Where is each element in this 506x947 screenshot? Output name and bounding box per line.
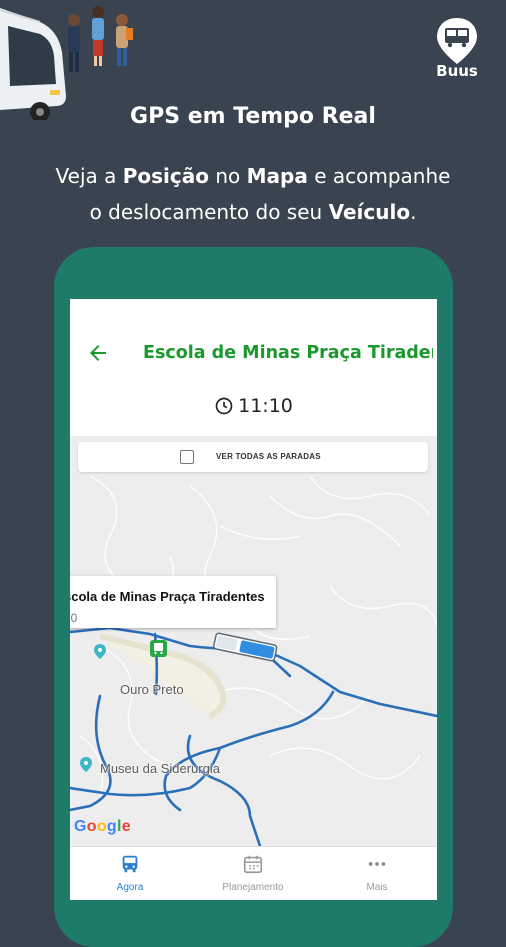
promo-description: Veja a Posição no Mapa e acompanhe o des… bbox=[20, 158, 486, 230]
app-screen: Escola de Minas Praça Tiradentes 11:10 bbox=[70, 299, 437, 900]
clock-icon bbox=[215, 397, 233, 415]
promo-line-1: Veja a Posição no Mapa e acompanhe bbox=[55, 164, 451, 188]
bottom-navigation: Agora Planejamento Mais bbox=[70, 846, 437, 900]
show-all-stops-checkbox[interactable] bbox=[180, 450, 194, 464]
callout-stop-name: scola de Minas Praça Tiradentes bbox=[70, 589, 265, 604]
place-label-museum: Museu da Siderurgia bbox=[100, 761, 220, 776]
google-letter: G bbox=[74, 818, 87, 835]
place-label-city: Ouro Preto bbox=[120, 682, 184, 697]
show-all-stops-toggle[interactable]: VER TODAS AS PARADAS bbox=[78, 442, 428, 472]
route-title: Escola de Minas Praça Tiradentes bbox=[143, 343, 433, 363]
bus-passengers-illustration bbox=[0, 6, 133, 120]
google-logo: Google bbox=[74, 818, 131, 836]
nav-item-planejamento[interactable]: Planejamento bbox=[193, 853, 313, 893]
bus-icon bbox=[122, 855, 138, 873]
nav-label: Planejamento bbox=[222, 882, 284, 893]
bus-stop-marker[interactable] bbox=[150, 640, 167, 657]
departure-time-row: 11:10 bbox=[70, 395, 437, 417]
nav-label: Agora bbox=[116, 882, 144, 893]
buus-logo: Buus bbox=[434, 16, 480, 80]
google-letter: o bbox=[96, 818, 107, 835]
callout-time: 10 bbox=[70, 611, 78, 625]
pin-bus-icon bbox=[437, 18, 477, 64]
promo-line-2: o deslocamento do seu Veículo. bbox=[89, 200, 417, 224]
app-header: Escola de Minas Praça Tiradentes 11:10 bbox=[70, 299, 437, 417]
brand-name: Buus bbox=[436, 62, 478, 80]
map-canvas bbox=[70, 475, 437, 846]
more-icon bbox=[368, 862, 386, 866]
route-map[interactable]: VER TODAS AS PARADAS scola de Minas Praç… bbox=[70, 436, 437, 846]
show-all-stops-label: VER TODAS AS PARADAS bbox=[216, 452, 321, 461]
stop-info-callout: scola de Minas Praça Tiradentes 10 bbox=[70, 576, 276, 628]
map-pin-icon bbox=[94, 644, 106, 659]
google-letter: o bbox=[86, 818, 97, 835]
departure-time: 11:10 bbox=[238, 395, 293, 417]
nav-item-agora[interactable]: Agora bbox=[70, 853, 190, 893]
google-letter: g bbox=[106, 818, 117, 835]
promo-headline: GPS em Tempo Real bbox=[130, 104, 376, 129]
back-arrow-icon[interactable] bbox=[86, 341, 110, 365]
nav-item-mais[interactable]: Mais bbox=[317, 853, 437, 893]
nav-label: Mais bbox=[366, 882, 388, 893]
museum-pin-icon bbox=[80, 757, 92, 772]
calendar-icon bbox=[243, 855, 263, 874]
google-letter: e bbox=[121, 818, 131, 835]
